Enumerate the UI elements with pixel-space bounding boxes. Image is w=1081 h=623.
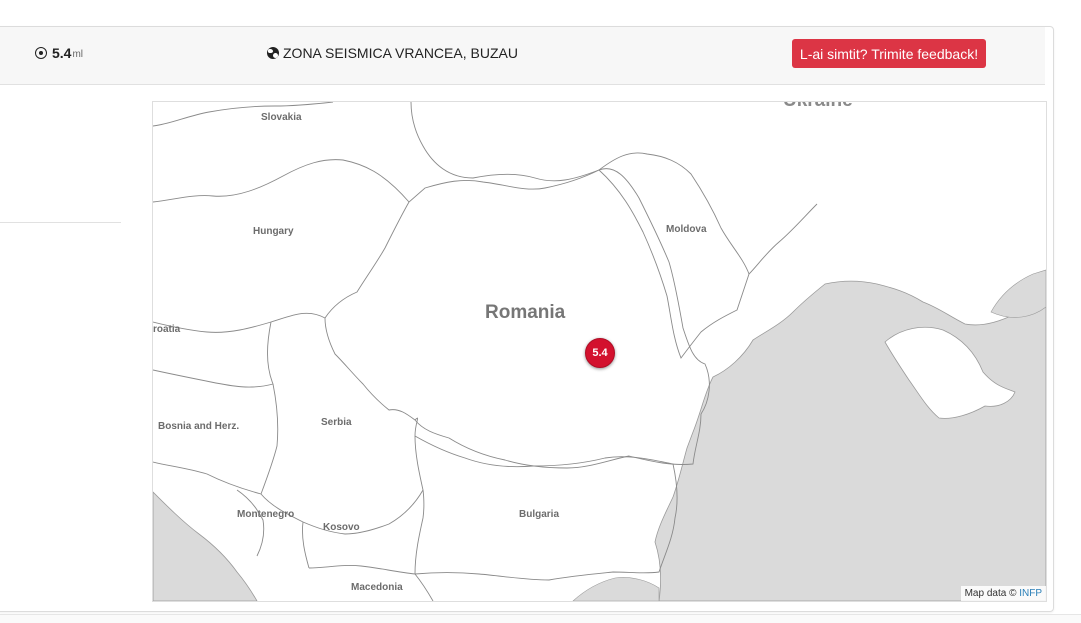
moldova-border	[598, 152, 750, 359]
attribution-link[interactable]: INFP	[1019, 588, 1042, 599]
hungary-border	[153, 159, 410, 333]
country-label-montenegro: Montenegro	[237, 509, 295, 520]
country-label-macedonia: Macedonia	[351, 582, 403, 593]
sea-of-azov	[990, 269, 1046, 318]
bosnia-border	[153, 369, 274, 495]
country-label-serbia: Serbia	[321, 417, 352, 428]
zone-label: ZONA SEISMICA VRANCEA, BUZAU	[283, 45, 518, 61]
country-label-bosnia: Bosnia and Herz.	[158, 421, 240, 432]
slovakia-border	[153, 102, 334, 127]
left-panel-divider	[0, 222, 121, 223]
country-label-croatia: roatia	[153, 324, 181, 335]
aegean-sea	[572, 577, 660, 601]
country-label-hungary: Hungary	[253, 226, 294, 237]
serbia-border	[260, 321, 424, 535]
magnitude: 5.4 ml	[35, 45, 83, 61]
globe-icon	[267, 47, 279, 59]
seismic-zone: ZONA SEISMICA VRANCEA, BUZAU	[267, 45, 518, 61]
magnitude-unit: ml	[72, 49, 84, 60]
magnitude-value: 5.4	[52, 45, 72, 61]
country-label-romania: Romania	[485, 302, 566, 323]
epicenter-map[interactable]: Slovakia Hungary Moldova Romania roatia …	[152, 101, 1047, 602]
earthquake-card: 5.4 ml ZONA SEISMICA VRANCEA, BUZAU L-ai…	[0, 26, 1054, 612]
attribution-text: Map data ©	[964, 588, 1017, 599]
ukraine-border	[410, 102, 818, 275]
epicenter-marker[interactable]: 5.4	[585, 338, 615, 368]
bulgaria-border	[414, 435, 678, 581]
map-attribution: Map data © INFP	[960, 586, 1046, 601]
feedback-button[interactable]: L-ai simtit? Trimite feedback!	[792, 39, 986, 68]
target-icon	[35, 47, 47, 59]
country-label-bulgaria: Bulgaria	[519, 509, 560, 520]
black-sea	[654, 280, 1046, 601]
country-label-moldova: Moldova	[666, 224, 707, 235]
montenegro-border	[236, 489, 310, 569]
country-label-ukraine: Ukraine	[783, 102, 853, 112]
event-header: 5.4 ml ZONA SEISMICA VRANCEA, BUZAU L-ai…	[0, 27, 1045, 85]
country-label-kosovo: Kosovo	[323, 522, 360, 533]
country-label-slovakia: Slovakia	[261, 112, 302, 123]
